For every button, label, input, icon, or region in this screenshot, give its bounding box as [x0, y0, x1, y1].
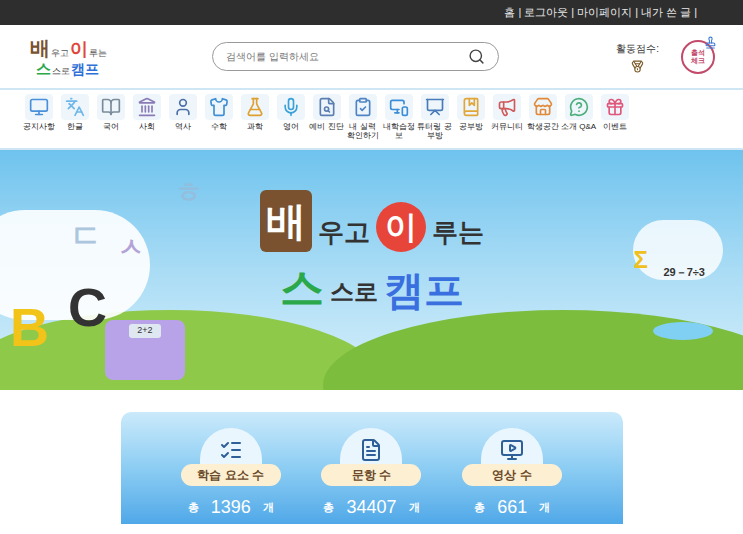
- banner-decor: ㅅ: [118, 228, 144, 267]
- nav-item[interactable]: 이벤트: [597, 94, 633, 132]
- nav-icon: [317, 97, 337, 117]
- banner-decor: ㄷ: [70, 212, 102, 260]
- stat-icon: [500, 438, 524, 462]
- nav-icon: [389, 97, 409, 117]
- nav-icon: [605, 97, 625, 117]
- nav-item[interactable]: 한글: [57, 94, 93, 132]
- banner-decor: Σ: [634, 242, 648, 278]
- nav-icon: [281, 97, 301, 117]
- logo[interactable]: 배우고이루는스스로캠프: [30, 38, 110, 76]
- nav-item[interactable]: 수학: [201, 94, 237, 132]
- stamp-icon: [704, 36, 717, 49]
- nav-item[interactable]: 공지사항: [21, 94, 57, 132]
- nav-item[interactable]: 내 실력 확인하기: [345, 94, 381, 141]
- stat-label: 학습 요소 수: [181, 464, 281, 486]
- nav-icon: [461, 97, 481, 117]
- stat-card: 문항 수총34407개: [301, 412, 442, 524]
- stat-icon: [219, 438, 243, 462]
- nav-item[interactable]: 학생공간: [525, 94, 561, 132]
- nav-icon: [173, 97, 193, 117]
- nav-item[interactable]: 국어: [93, 94, 129, 132]
- nav-icon: [533, 97, 553, 117]
- banner-title: 배우고이루는: [260, 190, 484, 252]
- nav-item[interactable]: 역사: [165, 94, 201, 132]
- separator: |: [571, 4, 574, 21]
- nav-item[interactable]: 커뮤니티: [489, 94, 525, 132]
- nav-icon: [65, 97, 85, 117]
- nav-item[interactable]: 과학: [237, 94, 273, 132]
- nav-icon: [29, 97, 49, 117]
- separator: |: [694, 4, 697, 21]
- nav-item[interactable]: 내학습정보: [381, 94, 417, 141]
- banner: ㅎㄷㅅ BC2+2 29－7÷3 Σ 배우고이루는스스로캠프: [0, 150, 743, 390]
- search-icon[interactable]: [468, 48, 485, 65]
- stat-value: 총1396개: [188, 494, 274, 521]
- nav-icon: [101, 97, 121, 117]
- top-link[interactable]: 마이페이지: [574, 4, 635, 21]
- nav-icon: [497, 97, 517, 117]
- nav-icon: [209, 97, 229, 117]
- top-bar: 홈|로그아웃|마이페이지|내가 쓴 글|: [0, 0, 743, 25]
- top-link[interactable]: 홈: [501, 4, 518, 21]
- medal-icon: [631, 60, 644, 73]
- nav-icon: [569, 97, 589, 117]
- attendance-stamp[interactable]: 출석체크: [681, 40, 715, 74]
- stat-label: 영상 수: [462, 464, 562, 486]
- nav-item[interactable]: 예비 진단: [309, 94, 345, 132]
- search-placeholder: 검색어를 입력하세요: [226, 49, 468, 64]
- banner-subtitle: 스스로캠프: [280, 266, 464, 310]
- stat-value: 총661개: [474, 494, 550, 521]
- nav-item[interactable]: 영어: [273, 94, 309, 132]
- nav-item[interactable]: 공부방: [453, 94, 489, 132]
- nav-icon: [137, 97, 157, 117]
- top-link[interactable]: 로그아웃: [521, 4, 571, 21]
- nav-item[interactable]: 사회: [129, 94, 165, 132]
- nav-icon: [245, 97, 265, 117]
- nav-item[interactable]: 튜터링 공부방: [417, 94, 453, 141]
- nav-icon: [353, 97, 373, 117]
- header: 배우고이루는스스로캠프 검색어를 입력하세요 활동점수: 출석체크: [0, 25, 743, 88]
- nav-bar: 공지사항한글국어사회역사수학과학영어예비 진단내 실력 확인하기내학습정보튜터링…: [0, 88, 743, 150]
- separator: |: [518, 4, 521, 21]
- calculator: 2+2: [105, 320, 185, 380]
- stat-icon: [359, 438, 383, 462]
- banner-decor: C: [68, 280, 107, 334]
- banner-decor: 29－7÷3: [663, 264, 705, 281]
- activity-score: 활동점수:: [616, 41, 659, 73]
- search-box[interactable]: 검색어를 입력하세요: [212, 42, 499, 71]
- top-link[interactable]: 내가 쓴 글: [638, 4, 694, 21]
- stats-panel: 학습 요소 수총1396개문항 수총34407개영상 수총661개: [121, 412, 623, 524]
- banner-decor: B: [10, 300, 49, 354]
- stat-label: 문항 수: [321, 464, 421, 486]
- stat-card: 영상 수총661개: [442, 412, 583, 524]
- stat-value: 총34407개: [323, 494, 419, 521]
- nav-icon: [425, 97, 445, 117]
- nav-item[interactable]: 소개 Q&A: [561, 94, 597, 132]
- banner-decor: ㅎ: [175, 172, 203, 214]
- stat-card: 학습 요소 수총1396개: [161, 412, 302, 524]
- separator: |: [635, 4, 638, 21]
- page: 홈|로그아웃|마이페이지|내가 쓴 글|배우고이루는스스로캠프검색어를 입력하세…: [0, 0, 743, 534]
